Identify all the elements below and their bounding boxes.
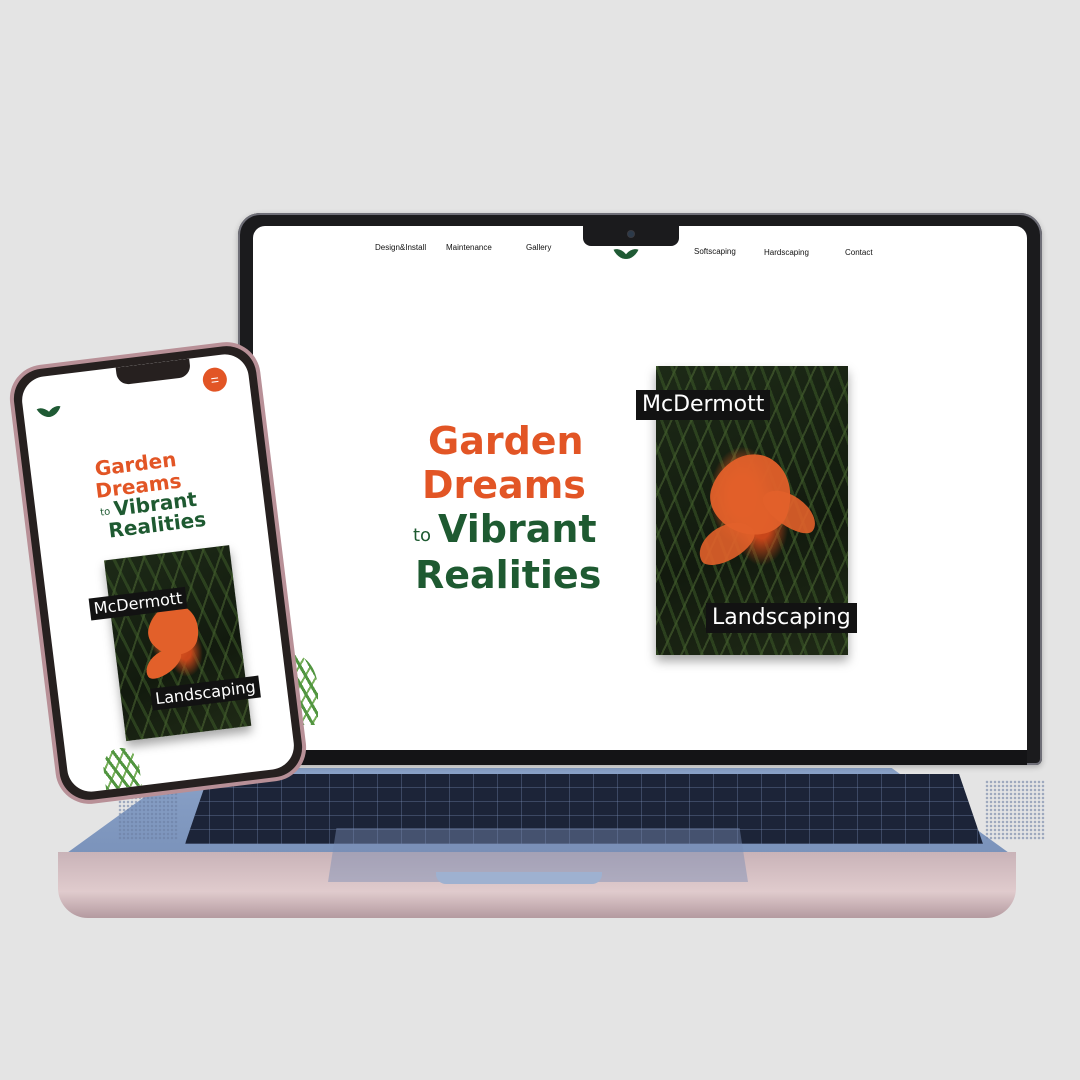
- photo-label-mcdermott: McDermott: [636, 390, 771, 420]
- laptop-screen: [253, 226, 1027, 750]
- leaf-logo-icon[interactable]: [36, 403, 63, 424]
- hero-line-vibrant: Vibrant: [438, 507, 597, 551]
- nav-design-install[interactable]: Design&Install: [375, 243, 426, 252]
- phone-plant-decoration: [101, 745, 142, 790]
- photo-label-landscaping: Landscaping: [706, 603, 857, 633]
- nav-gallery[interactable]: Gallery: [526, 243, 551, 252]
- nav-softscaping[interactable]: Softscaping: [694, 247, 736, 256]
- phone-hero-photo-lily: [104, 545, 252, 742]
- nav-hardscaping[interactable]: Hardscaping: [764, 248, 809, 257]
- hero-connector-to: to: [413, 525, 432, 546]
- speaker-grille-right: [985, 780, 1045, 840]
- nav-contact[interactable]: Contact: [845, 248, 873, 257]
- phone-hero-connector-to: to: [99, 506, 111, 519]
- menu-icon[interactable]: =: [201, 366, 229, 394]
- hero-line-dreams: Dreams: [422, 463, 586, 507]
- hero-line-realities: Realities: [415, 553, 602, 597]
- laptop-bezel-bottom: [253, 750, 1027, 765]
- laptop-front-notch: [436, 872, 602, 884]
- leaf-logo-icon[interactable]: [613, 245, 640, 265]
- hero-line-garden: Garden: [428, 419, 584, 463]
- camera-icon: [628, 231, 634, 237]
- nav-maintenance[interactable]: Maintenance: [446, 243, 492, 252]
